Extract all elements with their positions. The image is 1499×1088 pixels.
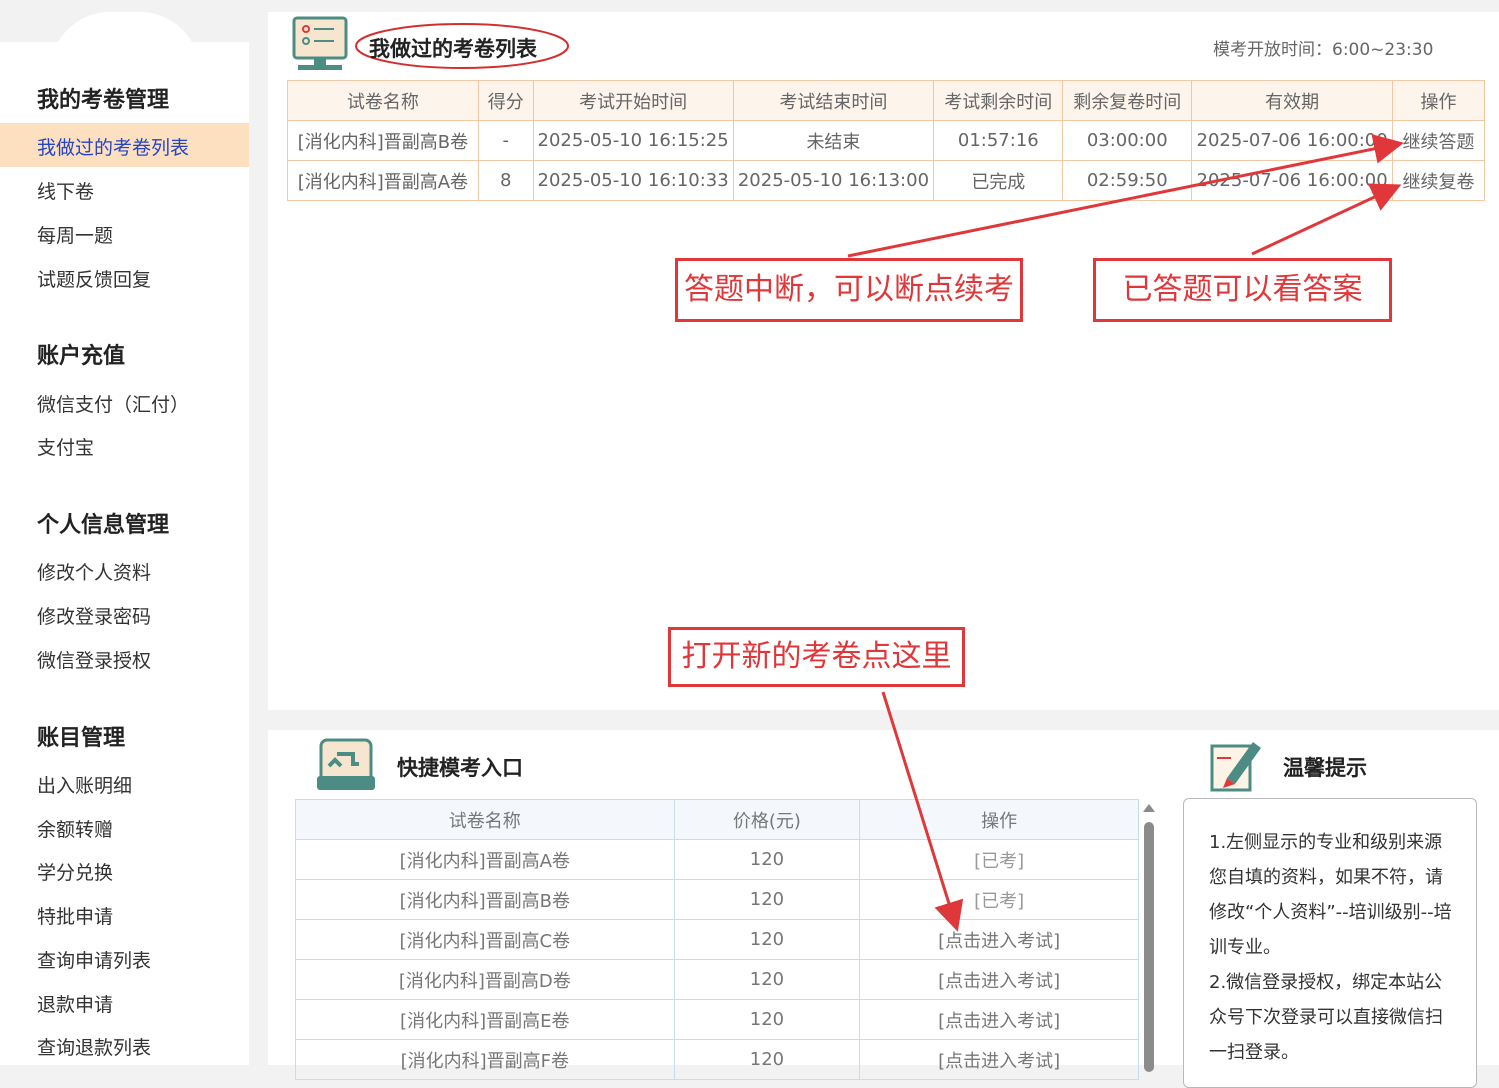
cell-price: 120	[673, 839, 861, 880]
tips-title: 温馨提示	[1283, 756, 1367, 780]
sidebar-item-credit[interactable]: 学分兑换	[37, 858, 113, 885]
done-list-title: 我做过的考卷列表	[369, 37, 537, 61]
cell-status: [已考]	[859, 839, 1139, 880]
cell-start: 2025-05-10 16:15:25	[532, 120, 734, 161]
cell-score: 8	[477, 160, 534, 201]
col-header: 剩余复卷时间	[1062, 80, 1193, 121]
cell-price: 120	[673, 1039, 861, 1080]
cell-price: 120	[673, 959, 861, 1000]
annotation-new-exam: 打开新的考卷点这里	[668, 627, 965, 687]
cell-end: 2025-05-10 16:13:00	[732, 160, 935, 201]
cell-name: [消化内科]晋副高A卷	[287, 160, 479, 201]
quick-entry-table: 试卷名称 价格(元) 操作 [消化内科]晋副高A卷 120 [已考] [消化内科…	[295, 799, 1139, 1080]
tips-content: 1.左侧显示的专业和级别来源您自填的资料，如果不符，请修改“个人资料”--培训级…	[1209, 825, 1459, 1070]
col-header: 试卷名称	[295, 799, 675, 840]
continue-review-link[interactable]: 继续复卷	[1392, 160, 1485, 201]
section-title-exam: 我的考卷管理	[37, 88, 170, 113]
tip-line-1: 1.左侧显示的专业和级别来源您自填的资料，如果不符，请修改“个人资料”--培训级…	[1209, 832, 1452, 958]
pen-note-icon	[1210, 742, 1261, 792]
cell-name: [消化内科]晋副高F卷	[295, 1039, 675, 1080]
section-title-recharge: 账户充值	[37, 344, 126, 369]
col-header: 得分	[477, 80, 534, 121]
cell-review-remain: 03:00:00	[1062, 120, 1193, 161]
cell-name: [消化内科]晋副高B卷	[287, 120, 479, 161]
scroll-up-arrow-icon[interactable]	[1143, 804, 1155, 812]
cell-name: [消化内科]晋副高B卷	[295, 879, 675, 920]
cell-start: 2025-05-10 16:10:33	[532, 160, 734, 201]
table-row: [消化内科]晋副高A卷 120 [已考]	[295, 839, 1139, 880]
sidebar-item-offline[interactable]: 线下卷	[37, 177, 94, 204]
cell-price: 120	[673, 999, 861, 1040]
table-row: [消化内科]晋副高F卷 120 [点击进入考试]	[295, 1039, 1139, 1080]
table-scrollbar[interactable]	[1143, 804, 1155, 1072]
sidebar-item-edit-profile[interactable]: 修改个人资料	[37, 558, 151, 585]
sidebar-item-refund-list[interactable]: 查询退款列表	[37, 1033, 151, 1060]
table-row: [消化内科]晋副高C卷 120 [点击进入考试]	[295, 919, 1139, 960]
sidebar-item-alipay[interactable]: 支付宝	[37, 433, 94, 460]
sidebar-item-wechat-pay[interactable]: 微信支付（汇付）	[37, 390, 189, 417]
table-header-row: 试卷名称 得分 考试开始时间 考试结束时间 考试剩余时间 剩余复卷时间 有效期 …	[287, 80, 1485, 121]
enter-exam-link[interactable]: [点击进入考试]	[859, 959, 1139, 1000]
col-header: 试卷名称	[287, 80, 479, 121]
sidebar-item-change-password[interactable]: 修改登录密码	[37, 602, 151, 629]
sidebar-item-feedback[interactable]: 试题反馈回复	[37, 265, 151, 292]
table-row: [消化内科]晋副高B卷 120 [已考]	[295, 879, 1139, 920]
sidebar-item-apply-list[interactable]: 查询申请列表	[37, 946, 151, 973]
sidebar-item-transfer[interactable]: 余额转赠	[37, 815, 113, 842]
cell-name: [消化内科]晋副高C卷	[295, 919, 675, 960]
section-title-profile: 个人信息管理	[37, 513, 170, 538]
col-header: 价格(元)	[673, 799, 861, 840]
enter-exam-link[interactable]: [点击进入考试]	[859, 1039, 1139, 1080]
open-time-text: 模考开放时间：6:00~23:30	[1213, 40, 1434, 60]
col-header: 有效期	[1191, 80, 1394, 121]
cell-review-remain: 02:59:50	[1062, 160, 1193, 201]
col-header: 考试剩余时间	[933, 80, 1064, 121]
section-title-accounts: 账目管理	[37, 726, 126, 751]
annotation-resume: 答题中断，可以断点续考	[675, 258, 1023, 322]
cell-valid: 2025-07-06 16:00:00	[1191, 120, 1394, 161]
quick-entry-title: 快捷模考入口	[397, 756, 523, 780]
cell-price: 120	[673, 919, 861, 960]
scroll-thumb[interactable]	[1144, 822, 1154, 1072]
table-header-row: 试卷名称 价格(元) 操作	[295, 799, 1139, 840]
cell-end: 未结束	[732, 120, 935, 161]
sidebar-item-wechat-auth[interactable]: 微信登录授权	[37, 646, 151, 673]
tip-line-2: 2.微信登录授权，绑定本站公众号下次登录可以直接微信扫一扫登录。	[1209, 972, 1443, 1063]
cell-status: [已考]	[859, 879, 1139, 920]
col-header: 考试结束时间	[732, 80, 935, 121]
continue-answer-link[interactable]: 继续答题	[1392, 120, 1485, 161]
quick-entry-icon	[317, 738, 375, 790]
enter-exam-link[interactable]: [点击进入考试]	[859, 999, 1139, 1040]
col-header: 操作	[1392, 80, 1485, 121]
cell-score: -	[477, 120, 534, 161]
sidebar-item-ledger[interactable]: 出入账明细	[37, 771, 132, 798]
col-header: 考试开始时间	[532, 80, 734, 121]
cell-name: [消化内科]晋副高D卷	[295, 959, 675, 1000]
table-row: [消化内科]晋副高A卷 8 2025-05-10 16:10:33 2025-0…	[287, 160, 1485, 201]
done-list-table: 试卷名称 得分 考试开始时间 考试结束时间 考试剩余时间 剩余复卷时间 有效期 …	[287, 80, 1485, 201]
list-monitor-icon	[292, 16, 348, 70]
cell-price: 120	[673, 879, 861, 920]
table-row: [消化内科]晋副高E卷 120 [点击进入考试]	[295, 999, 1139, 1040]
sidebar-item-label: 我做过的考卷列表	[37, 137, 190, 159]
table-row: [消化内科]晋副高D卷 120 [点击进入考试]	[295, 959, 1139, 1000]
sidebar-item-weekly[interactable]: 每周一题	[37, 221, 113, 248]
table-row: [消化内科]晋副高B卷 - 2025-05-10 16:15:25 未结束 01…	[287, 120, 1485, 161]
sidebar-item-refund[interactable]: 退款申请	[37, 990, 113, 1017]
cell-valid: 2025-07-06 16:00:00	[1191, 160, 1394, 201]
cell-name: [消化内科]晋副高A卷	[295, 839, 675, 880]
cell-remain: 01:57:16	[933, 120, 1064, 161]
cell-name: [消化内科]晋副高E卷	[295, 999, 675, 1040]
col-header: 操作	[859, 799, 1139, 840]
sidebar-item-done-list[interactable]: 我做过的考卷列表	[0, 123, 249, 167]
cell-remain: 已完成	[933, 160, 1064, 201]
enter-exam-link[interactable]: [点击进入考试]	[859, 919, 1139, 960]
sidebar: 我的考卷管理 我做过的考卷列表 线下卷 每周一题 试题反馈回复 账户充值 微信支…	[0, 0, 249, 1065]
annotation-review: 已答题可以看答案	[1093, 258, 1392, 322]
sidebar-item-special[interactable]: 特批申请	[37, 902, 113, 929]
